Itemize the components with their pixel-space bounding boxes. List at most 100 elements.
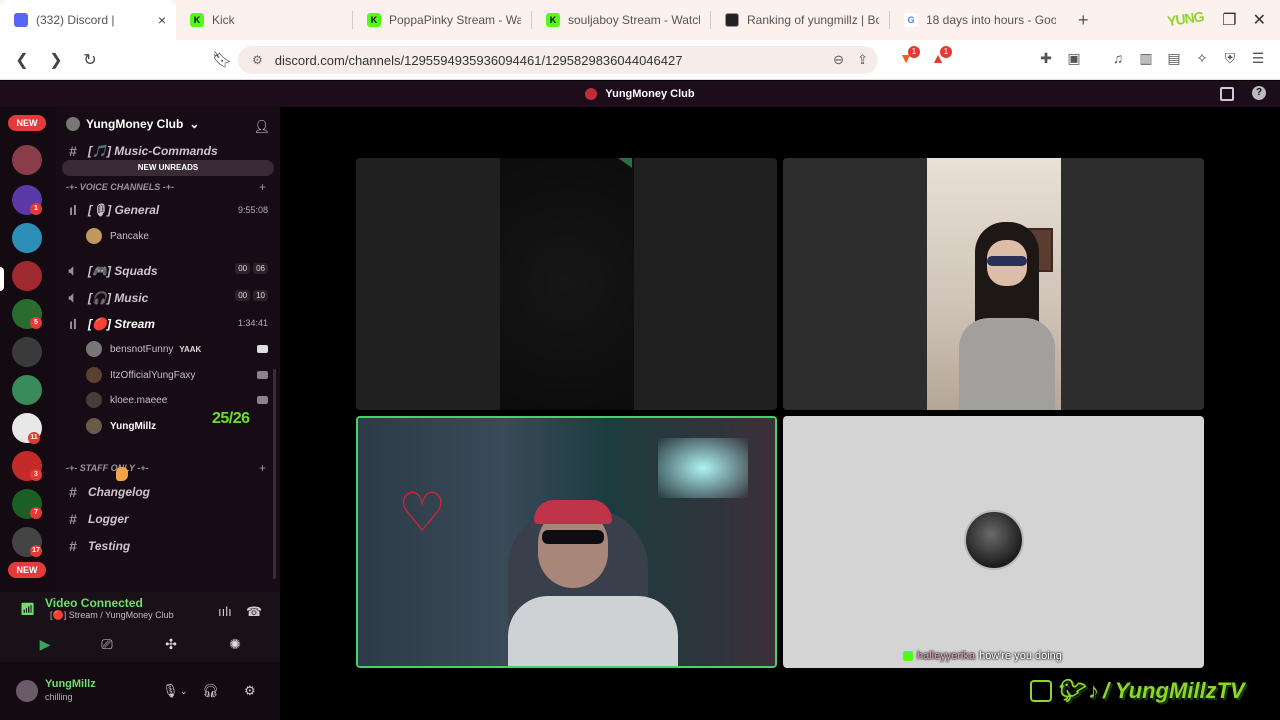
- reload-icon[interactable]: ↻: [76, 50, 104, 70]
- speaker-icon: 🔈︎: [68, 289, 78, 305]
- server-icon[interactable]: [12, 145, 42, 175]
- help-icon[interactable]: ?: [1252, 86, 1266, 100]
- voice-member[interactable]: Pancake: [86, 228, 149, 244]
- wallet-icon[interactable]: ▤: [1164, 50, 1184, 70]
- soundboard-button[interactable]: ✺: [210, 632, 260, 656]
- person-hoodie: [508, 596, 678, 666]
- create-channel-icon[interactable]: +: [259, 461, 266, 475]
- server-icon-yungmoney[interactable]: [12, 261, 42, 291]
- category-voice-channels[interactable]: -+- VOICE CHANNELS -+-: [66, 182, 174, 192]
- camera-icon: [257, 371, 268, 379]
- brave-rewards-icon[interactable]: ▲ 1: [928, 46, 952, 70]
- screen-share-button[interactable]: ⎚: [82, 632, 132, 656]
- video-grid: ♡ halleyyerika how're you doing: [280, 107, 1280, 720]
- tiktok-icon: ♪: [1087, 678, 1099, 703]
- menu-icon[interactable]: ☰: [1248, 50, 1268, 70]
- heart-decoration-icon: ♡: [398, 483, 447, 543]
- bot-favicon-icon: [725, 13, 739, 27]
- yung-overlay-logo: YUNG: [1166, 8, 1205, 30]
- site-info-icon[interactable]: ⚙: [252, 53, 263, 67]
- music-icon[interactable]: ♫: [1108, 50, 1128, 70]
- video-tile[interactable]: [356, 158, 777, 410]
- tab-poppapinky[interactable]: K PoppaPinky Stream - Watc: [353, 0, 531, 40]
- unread-count-badge: 7: [30, 507, 42, 519]
- tab-discord[interactable]: (332) Discord | ×: [0, 0, 176, 40]
- leo-ai-icon[interactable]: ✧: [1192, 50, 1212, 70]
- brave-shield-icon[interactable]: ▼ 1: [896, 46, 920, 70]
- voice-channel-music[interactable]: 🔈︎ [🎧] Music: [66, 289, 148, 306]
- voice-channel-squads[interactable]: 🔈︎ [🎮] Squads: [66, 262, 158, 279]
- channel-music-commands[interactable]: # [🎵] Music-Commands: [66, 143, 218, 159]
- settings-gear-icon[interactable]: ⚙: [244, 683, 256, 699]
- discord-title-bar: YungMoney Club ?: [0, 81, 1280, 107]
- tab-search-icon[interactable]: ▣: [1064, 50, 1084, 70]
- channel-testing[interactable]: # Testing: [66, 538, 130, 554]
- user-name[interactable]: YungMillz: [45, 678, 96, 690]
- share-icon[interactable]: ⇪: [857, 52, 868, 68]
- member-tag: YAAK: [179, 344, 202, 354]
- url-field[interactable]: ⚙ discord.com/channels/12955949359360944…: [238, 46, 878, 74]
- sidebar-scrollbar[interactable]: [273, 369, 276, 579]
- avatar: [964, 510, 1024, 570]
- voice-member[interactable]: YungMillz: [86, 418, 156, 434]
- video-tile-avatar[interactable]: halleyyerika how're you doing: [783, 416, 1204, 668]
- tab-ranking[interactable]: Ranking of yungmillz | Bot: [711, 0, 889, 40]
- voice-location[interactable]: [🔴] Stream / YungMoney Club: [50, 610, 174, 621]
- sidebar-icon[interactable]: ▥: [1136, 50, 1156, 70]
- category-staff-only[interactable]: -+- STAFF ONLY -+-: [66, 463, 149, 473]
- avatar: [86, 341, 102, 357]
- avatar[interactable]: [14, 678, 40, 704]
- channel-sidebar: YungMoney Club ⌄ 👤︎ # [🎵] Music-Commands…: [56, 107, 280, 592]
- vpn-icon[interactable]: ⛨: [1220, 50, 1240, 70]
- kick-favicon-icon: K: [367, 13, 381, 27]
- voice-channel-general[interactable]: ıl [🎙] General: [66, 202, 159, 218]
- camera-button[interactable]: ▶: [20, 632, 70, 656]
- kick-badge-icon: [903, 651, 913, 661]
- chevron-down-icon[interactable]: ⌄: [180, 686, 188, 697]
- voice-channel-stream[interactable]: ıl [🔴] Stream: [66, 316, 155, 332]
- new-badge: NEW: [8, 115, 46, 131]
- activities-button[interactable]: ✣: [146, 632, 196, 656]
- video-tile-speaking[interactable]: ♡: [356, 416, 777, 668]
- window-title: YungMoney Club: [605, 88, 695, 100]
- close-window-icon[interactable]: ✕: [1253, 10, 1266, 30]
- forward-icon[interactable]: ❯: [42, 50, 70, 70]
- inbox-icon[interactable]: [1220, 87, 1234, 101]
- tab-kick[interactable]: K Kick: [176, 0, 352, 40]
- channel-timer: 1:34:41: [237, 318, 268, 328]
- camera-feed: [500, 158, 634, 410]
- zoom-icon[interactable]: ⊖: [833, 52, 844, 68]
- voice-member[interactable]: bensnotFunny YAAK: [86, 341, 201, 357]
- back-icon[interactable]: ❮: [8, 50, 36, 70]
- server-icon[interactable]: [12, 337, 42, 367]
- bookmark-icon[interactable]: 🔖︎: [208, 50, 236, 70]
- person-body: [959, 318, 1055, 410]
- tab-google[interactable]: G 18 days into hours - Goog: [890, 0, 1066, 40]
- extensions-icon[interactable]: ✚: [1036, 50, 1056, 70]
- server-icon[interactable]: [12, 375, 42, 405]
- server-name-header[interactable]: YungMoney Club ⌄: [66, 117, 199, 131]
- channel-logger[interactable]: # Logger: [66, 511, 129, 527]
- microphone-icon[interactable]: 🎙︎: [162, 683, 179, 699]
- disconnect-icon[interactable]: ☎: [246, 604, 262, 620]
- new-unreads-pill[interactable]: NEW UNREADS: [62, 160, 274, 176]
- channel-timer: 9:55:08: [237, 205, 268, 215]
- noise-suppression-icon[interactable]: ıılı: [218, 604, 232, 619]
- tab-souljaboy[interactable]: K souljaboy Stream - Watch: [532, 0, 710, 40]
- url-text: discord.com/channels/1295594935936094461…: [274, 52, 683, 68]
- avatar: [86, 418, 102, 434]
- create-channel-icon[interactable]: +: [259, 180, 266, 194]
- close-tab-icon[interactable]: ×: [158, 12, 166, 28]
- server-icon[interactable]: [12, 223, 42, 253]
- restore-window-icon[interactable]: ❐: [1222, 10, 1236, 30]
- voice-member[interactable]: ItzOfficialYungFaxy: [86, 367, 195, 383]
- invite-people-icon[interactable]: 👤︎: [253, 119, 270, 135]
- voice-status[interactable]: Video Connected: [45, 596, 143, 610]
- channel-changelog[interactable]: # Changelog: [66, 484, 150, 500]
- voice-member[interactable]: kloee.maeee: [86, 392, 167, 408]
- video-tile[interactable]: [783, 158, 1204, 410]
- headphones-icon[interactable]: 🎧︎: [202, 683, 219, 699]
- signal-icon[interactable]: 📶︎: [20, 602, 35, 616]
- new-tab-button[interactable]: +: [1078, 10, 1089, 31]
- chat-overlay-line: halleyyerika how're you doing: [903, 650, 1062, 662]
